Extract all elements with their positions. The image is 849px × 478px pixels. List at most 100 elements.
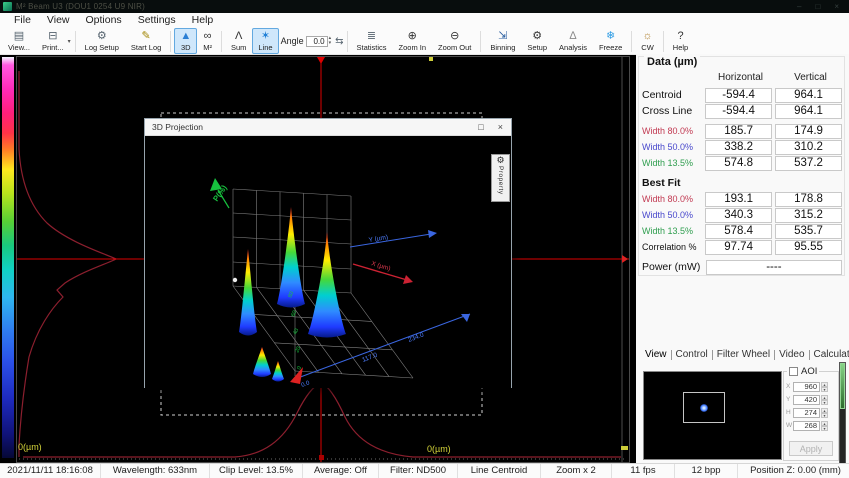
projection-titlebar[interactable]: 3D Projection □ × bbox=[145, 119, 511, 136]
right-scrollbar[interactable] bbox=[839, 362, 846, 468]
aoi-field-input[interactable]: 268 bbox=[793, 421, 820, 431]
toolbar-button-sum[interactable]: ΛSum bbox=[225, 28, 252, 54]
projection-close-button[interactable]: × bbox=[498, 120, 503, 135]
data-value-horizontal: 340.3 bbox=[705, 208, 772, 223]
toolbar-separator bbox=[631, 31, 632, 52]
data-row: Power (mW)---- bbox=[642, 259, 842, 275]
spin-down-icon[interactable]: ▾ bbox=[821, 387, 828, 392]
property-tab[interactable]: ⚙ Property bbox=[491, 154, 510, 202]
toolbar-button-label: Help bbox=[673, 43, 688, 52]
spin-down-icon[interactable]: ▾ bbox=[821, 400, 828, 405]
angle-input[interactable]: 0.0 bbox=[306, 36, 328, 47]
close-button[interactable]: × bbox=[834, 0, 839, 13]
data-value-vertical: 315.2 bbox=[775, 208, 842, 223]
toolbar-button-zoom-in[interactable]: ⊕Zoom In bbox=[393, 28, 433, 54]
aoi-field-input[interactable]: 420 bbox=[793, 395, 820, 405]
data-value-vertical: 964.1 bbox=[775, 104, 842, 119]
toolbar-button-start-log[interactable]: ✎Start Log bbox=[125, 28, 167, 54]
toolbar-button-analysis[interactable]: ∆Analysis bbox=[553, 28, 593, 54]
y-axis-label: Y (µm) bbox=[368, 234, 388, 244]
toolbar-separator bbox=[663, 31, 664, 52]
data-value-vertical: 178.8 bbox=[775, 192, 842, 207]
right-panel: Data (µm) Horizontal Vertical Centroid-5… bbox=[636, 54, 849, 463]
toolbar-button-freeze[interactable]: ❄Freeze bbox=[593, 28, 628, 54]
toolbar-button-log-setup[interactable]: ⚙Log Setup bbox=[79, 28, 125, 54]
tab-video[interactable]: Video bbox=[775, 349, 808, 360]
aoi-field-label: Y bbox=[786, 396, 793, 403]
status-item-1: Wavelength: 633nm bbox=[101, 464, 210, 478]
tab-view[interactable]: View bbox=[641, 349, 671, 360]
angle-spin-down-icon[interactable]: ▾ bbox=[329, 41, 332, 46]
data-row: Correlation %97.7495.55 bbox=[642, 239, 842, 255]
data-row: Width 80.0%185.7174.9 bbox=[642, 123, 842, 139]
property-tab-label: Property bbox=[497, 166, 504, 195]
angle-spinner[interactable]: ▴▾ bbox=[329, 36, 332, 46]
aoi-field-input[interactable]: 274 bbox=[793, 408, 820, 418]
data-row-label: Best Fit bbox=[642, 177, 704, 189]
toolbar-button-m[interactable]: ∞M² bbox=[197, 28, 218, 54]
tab-filter-wheel[interactable]: Filter Wheel bbox=[713, 349, 774, 360]
p-axis-tick: 20 bbox=[294, 346, 302, 354]
toolbar-button-cw[interactable]: ☼CW bbox=[635, 28, 660, 54]
maximize-button[interactable]: □ bbox=[815, 0, 820, 13]
data-value-vertical: 964.1 bbox=[775, 88, 842, 103]
tab-calculation[interactable]: Calculation bbox=[810, 349, 849, 360]
data-value-horizontal: -594.4 bbox=[705, 104, 772, 119]
cursor-dot[interactable] bbox=[233, 278, 237, 282]
menu-item-options[interactable]: Options bbox=[78, 13, 130, 28]
aoi-checkbox[interactable] bbox=[789, 367, 798, 376]
menu-item-settings[interactable]: Settings bbox=[130, 13, 184, 28]
toolbar-button-statistics[interactable]: ≣Statistics bbox=[351, 28, 393, 54]
statistics-icon: ≣ bbox=[367, 30, 376, 42]
toolbar-button-label: Statistics bbox=[357, 43, 387, 52]
data-row-label: Power (mW) bbox=[642, 261, 703, 273]
aoi-field-spinner[interactable]: ▴▾ bbox=[821, 395, 828, 405]
preview-thumbnail[interactable] bbox=[643, 371, 782, 460]
status-item-2: Clip Level: 13.5% bbox=[210, 464, 303, 478]
toolbar-button-label: Zoom In bbox=[399, 43, 427, 52]
data-value-vertical: 535.7 bbox=[775, 224, 842, 239]
x-axis-origin-label: 0(µm) bbox=[427, 444, 451, 454]
aoi-field-spinner[interactable]: ▴▾ bbox=[821, 421, 828, 431]
aoi-field-spinner[interactable]: ▴▾ bbox=[821, 408, 828, 418]
projection-window[interactable]: 3D Projection □ × bbox=[144, 118, 512, 388]
toolbar-button-label: CW bbox=[641, 43, 654, 52]
toolbar-button-binning[interactable]: ⇲Binning bbox=[484, 28, 521, 54]
toolbar-button-zoom-out[interactable]: ⊖Zoom Out bbox=[432, 28, 477, 54]
data-table: Centroid-594.4964.1Cross Line-594.4964.1… bbox=[642, 87, 842, 275]
toolbar-button-label: Log Setup bbox=[85, 43, 119, 52]
toolbar-button-3d[interactable]: ▲3D bbox=[174, 28, 197, 54]
data-row-label: Width 50.0% bbox=[642, 210, 702, 220]
angle-adjust-icon[interactable]: ⇆ bbox=[335, 36, 343, 47]
spin-down-icon[interactable]: ▾ bbox=[821, 426, 828, 431]
projection-maximize-button[interactable]: □ bbox=[478, 120, 483, 135]
data-value-vertical: 310.2 bbox=[775, 140, 842, 155]
toolbar-button-line[interactable]: ✶Line bbox=[252, 28, 278, 54]
toolbar-button-label: Binning bbox=[490, 43, 515, 52]
toolbar-button-help[interactable]: ?Help bbox=[667, 28, 694, 54]
minimize-button[interactable]: – bbox=[797, 0, 801, 13]
tab-control[interactable]: Control bbox=[672, 349, 712, 360]
dropdown-arrow-icon[interactable]: ▾ bbox=[68, 38, 71, 45]
toolbar-button-print[interactable]: ⊟Print... bbox=[36, 28, 70, 54]
aoi-field-spinner[interactable]: ▴▾ bbox=[821, 382, 828, 392]
menu-item-view[interactable]: View bbox=[39, 13, 78, 28]
menu-item-file[interactable]: File bbox=[6, 13, 39, 28]
aoi-field-input[interactable]: 960 bbox=[793, 382, 820, 392]
title-bar[interactable]: M² Beam U3 (DOU1 0254 U9 NIR) – □ × bbox=[0, 0, 849, 13]
toolbar-button-view[interactable]: ▤View... bbox=[2, 28, 36, 54]
toolbar-button-setup[interactable]: ⚙Setup bbox=[521, 28, 553, 54]
window-title: M² Beam U3 (DOU1 0254 U9 NIR) bbox=[16, 2, 145, 11]
aoi-field-label: W bbox=[786, 422, 793, 429]
menu-item-help[interactable]: Help bbox=[184, 13, 222, 28]
data-row-label: Width 80.0% bbox=[642, 194, 702, 204]
toolbar-button-label: Line bbox=[258, 43, 272, 52]
crosshair-top-marker bbox=[317, 57, 325, 64]
apply-button[interactable]: Apply bbox=[789, 441, 833, 456]
right-scrollbar-thumb[interactable] bbox=[840, 363, 845, 409]
spin-down-icon[interactable]: ▾ bbox=[821, 413, 828, 418]
analysis-icon: ∆ bbox=[570, 30, 577, 42]
data-value-vertical: 537.2 bbox=[775, 156, 842, 171]
status-item-8: 12 bpp bbox=[675, 464, 738, 478]
data-value-horizontal: -594.4 bbox=[705, 88, 772, 103]
